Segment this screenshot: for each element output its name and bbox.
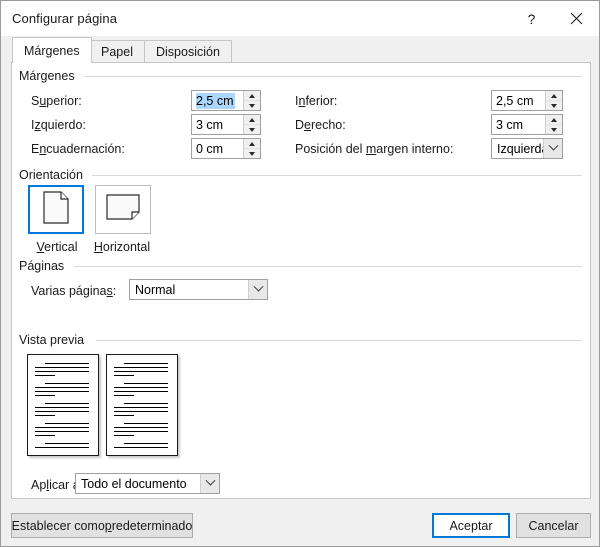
label-encuadernacion: Encuadernación: bbox=[31, 142, 125, 156]
group-label-vista-previa: Vista previa bbox=[19, 333, 92, 347]
label-accel: m bbox=[365, 142, 377, 156]
preview-page-left bbox=[27, 354, 99, 456]
tab-strip: Márgenes Papel Disposición bbox=[1, 36, 599, 63]
tab-disposicion[interactable]: Disposición bbox=[144, 40, 232, 63]
label-text: ertical bbox=[44, 240, 78, 254]
preview-page-right bbox=[106, 354, 178, 456]
orientation-option-horizontal[interactable] bbox=[95, 185, 151, 234]
close-x-icon[interactable] bbox=[554, 1, 599, 36]
aplicar-a-value: Todo el documento bbox=[81, 476, 187, 491]
spinner-down-icon[interactable] bbox=[546, 101, 562, 110]
spinner-down-icon[interactable] bbox=[244, 101, 260, 110]
label-text: Ap bbox=[31, 478, 47, 492]
set-as-default-button[interactable]: Establecer como p redeterminado bbox=[11, 513, 193, 538]
group-rule-margenes bbox=[84, 76, 582, 77]
chevron-down-icon[interactable] bbox=[200, 474, 219, 493]
group-label-orientacion: Orientación bbox=[19, 168, 90, 182]
help-question-icon[interactable]: ? bbox=[509, 1, 554, 36]
group-rule-vista-previa bbox=[96, 340, 582, 341]
label-text: perior: bbox=[46, 94, 82, 108]
label-accel: p bbox=[104, 518, 112, 533]
label-text: cuadernación: bbox=[46, 142, 125, 156]
encuadernacion-input[interactable]: 0 cm bbox=[192, 139, 243, 158]
group-label-paginas: Páginas bbox=[19, 259, 72, 273]
page-portrait-icon bbox=[43, 190, 69, 229]
ok-button[interactable]: Aceptar bbox=[432, 513, 510, 538]
izquierdo-input[interactable]: 3 cm bbox=[192, 115, 243, 134]
combobox-posicion-margen-interno[interactable]: Izquierda bbox=[491, 138, 563, 159]
superior-value: 2,5 cm bbox=[196, 92, 235, 109]
label-superior: Superior: bbox=[31, 94, 82, 108]
label-text: Varias página bbox=[31, 284, 107, 298]
label-posicion-margen-interno: Posición del margen interno: bbox=[295, 142, 453, 156]
label-text: : bbox=[112, 284, 117, 298]
label-text: Posición del bbox=[295, 142, 366, 156]
spinner-derecho[interactable]: 3 cm bbox=[491, 114, 563, 135]
spinner-up-icon[interactable] bbox=[244, 139, 260, 149]
inferior-input[interactable]: 2,5 cm bbox=[492, 91, 545, 110]
group-rule-paginas bbox=[74, 266, 582, 267]
label-accel: V bbox=[36, 240, 45, 254]
tab-label: Disposición bbox=[156, 45, 220, 59]
tab-margenes[interactable]: Márgenes bbox=[12, 37, 92, 63]
group-rule-orientacion bbox=[92, 175, 582, 176]
label-accel: H bbox=[93, 240, 103, 254]
spinner-encuadernacion[interactable]: 0 cm bbox=[191, 138, 261, 159]
combobox-aplicar-a[interactable]: Todo el documento bbox=[75, 473, 220, 494]
combobox-varias-paginas[interactable]: Normal bbox=[129, 279, 268, 300]
spinner-superior[interactable]: 2,5 cm bbox=[191, 90, 261, 111]
orientation-option-vertical[interactable] bbox=[28, 185, 84, 234]
spinner-inferior[interactable]: 2,5 cm bbox=[491, 90, 563, 111]
button-label: redeterminado bbox=[111, 518, 193, 533]
varias-paginas-value: Normal bbox=[135, 282, 176, 297]
dialog-title: Configurar página bbox=[12, 11, 118, 26]
tab-label: Márgenes bbox=[24, 43, 80, 58]
chevron-down-icon[interactable] bbox=[543, 139, 562, 158]
spinner-up-icon[interactable] bbox=[546, 91, 562, 101]
group-label-margenes: Márgenes bbox=[19, 69, 82, 83]
label-text: argen interno: bbox=[376, 142, 454, 156]
derecho-input[interactable]: 3 cm bbox=[492, 115, 545, 134]
label-text: recho: bbox=[310, 118, 346, 132]
spinner-down-icon[interactable] bbox=[244, 125, 260, 134]
inferior-value: 2,5 cm bbox=[496, 93, 534, 108]
spinner-up-icon[interactable] bbox=[244, 115, 260, 125]
spinner-buttons bbox=[243, 115, 260, 134]
label-text: ferior: bbox=[305, 94, 338, 108]
label-text: orizontal bbox=[102, 240, 151, 254]
spinner-down-icon[interactable] bbox=[546, 125, 562, 134]
derecho-value: 3 cm bbox=[496, 117, 524, 132]
spinner-down-icon[interactable] bbox=[244, 149, 260, 158]
spinner-buttons bbox=[545, 91, 562, 110]
posicion-margen-interno-value: Izquierda bbox=[497, 141, 543, 156]
label-varias-paginas: Varias páginas: bbox=[31, 284, 116, 298]
title-bar: Configurar página ? bbox=[1, 1, 599, 36]
page-setup-dialog: Configurar página ? Márgenes Papel Dispo… bbox=[0, 0, 600, 547]
page-landscape-icon bbox=[106, 194, 140, 225]
orientation-label-horizontal: Horizontal bbox=[82, 240, 162, 254]
tab-label: Papel bbox=[101, 45, 133, 59]
spinner-buttons bbox=[545, 115, 562, 134]
spinner-up-icon[interactable] bbox=[244, 91, 260, 101]
spinner-up-icon[interactable] bbox=[546, 115, 562, 125]
chevron-down-icon[interactable] bbox=[248, 280, 267, 299]
title-bar-buttons: ? bbox=[509, 1, 599, 36]
spinner-buttons bbox=[243, 91, 260, 110]
encuadernacion-value: 0 cm bbox=[196, 141, 224, 156]
button-label: Establecer como bbox=[11, 518, 105, 533]
label-text: D bbox=[295, 118, 305, 132]
spinner-buttons bbox=[243, 139, 260, 158]
label-inferior: Inferior: bbox=[295, 94, 337, 108]
label-izquierdo: Izquierdo: bbox=[31, 118, 86, 132]
label-accel: e bbox=[304, 118, 311, 132]
label-text: quierdo: bbox=[40, 118, 86, 132]
margins-tab-panel: Márgenes Superior: 2,5 cm Izquierdo: 3 c… bbox=[11, 62, 591, 499]
izquierdo-value: 3 cm bbox=[196, 117, 224, 132]
cancel-button[interactable]: Cancelar bbox=[516, 513, 591, 538]
label-derecho: Derecho: bbox=[295, 118, 346, 132]
tab-papel[interactable]: Papel bbox=[89, 40, 145, 63]
superior-input[interactable]: 2,5 cm bbox=[192, 91, 243, 110]
spinner-izquierdo[interactable]: 3 cm bbox=[191, 114, 261, 135]
